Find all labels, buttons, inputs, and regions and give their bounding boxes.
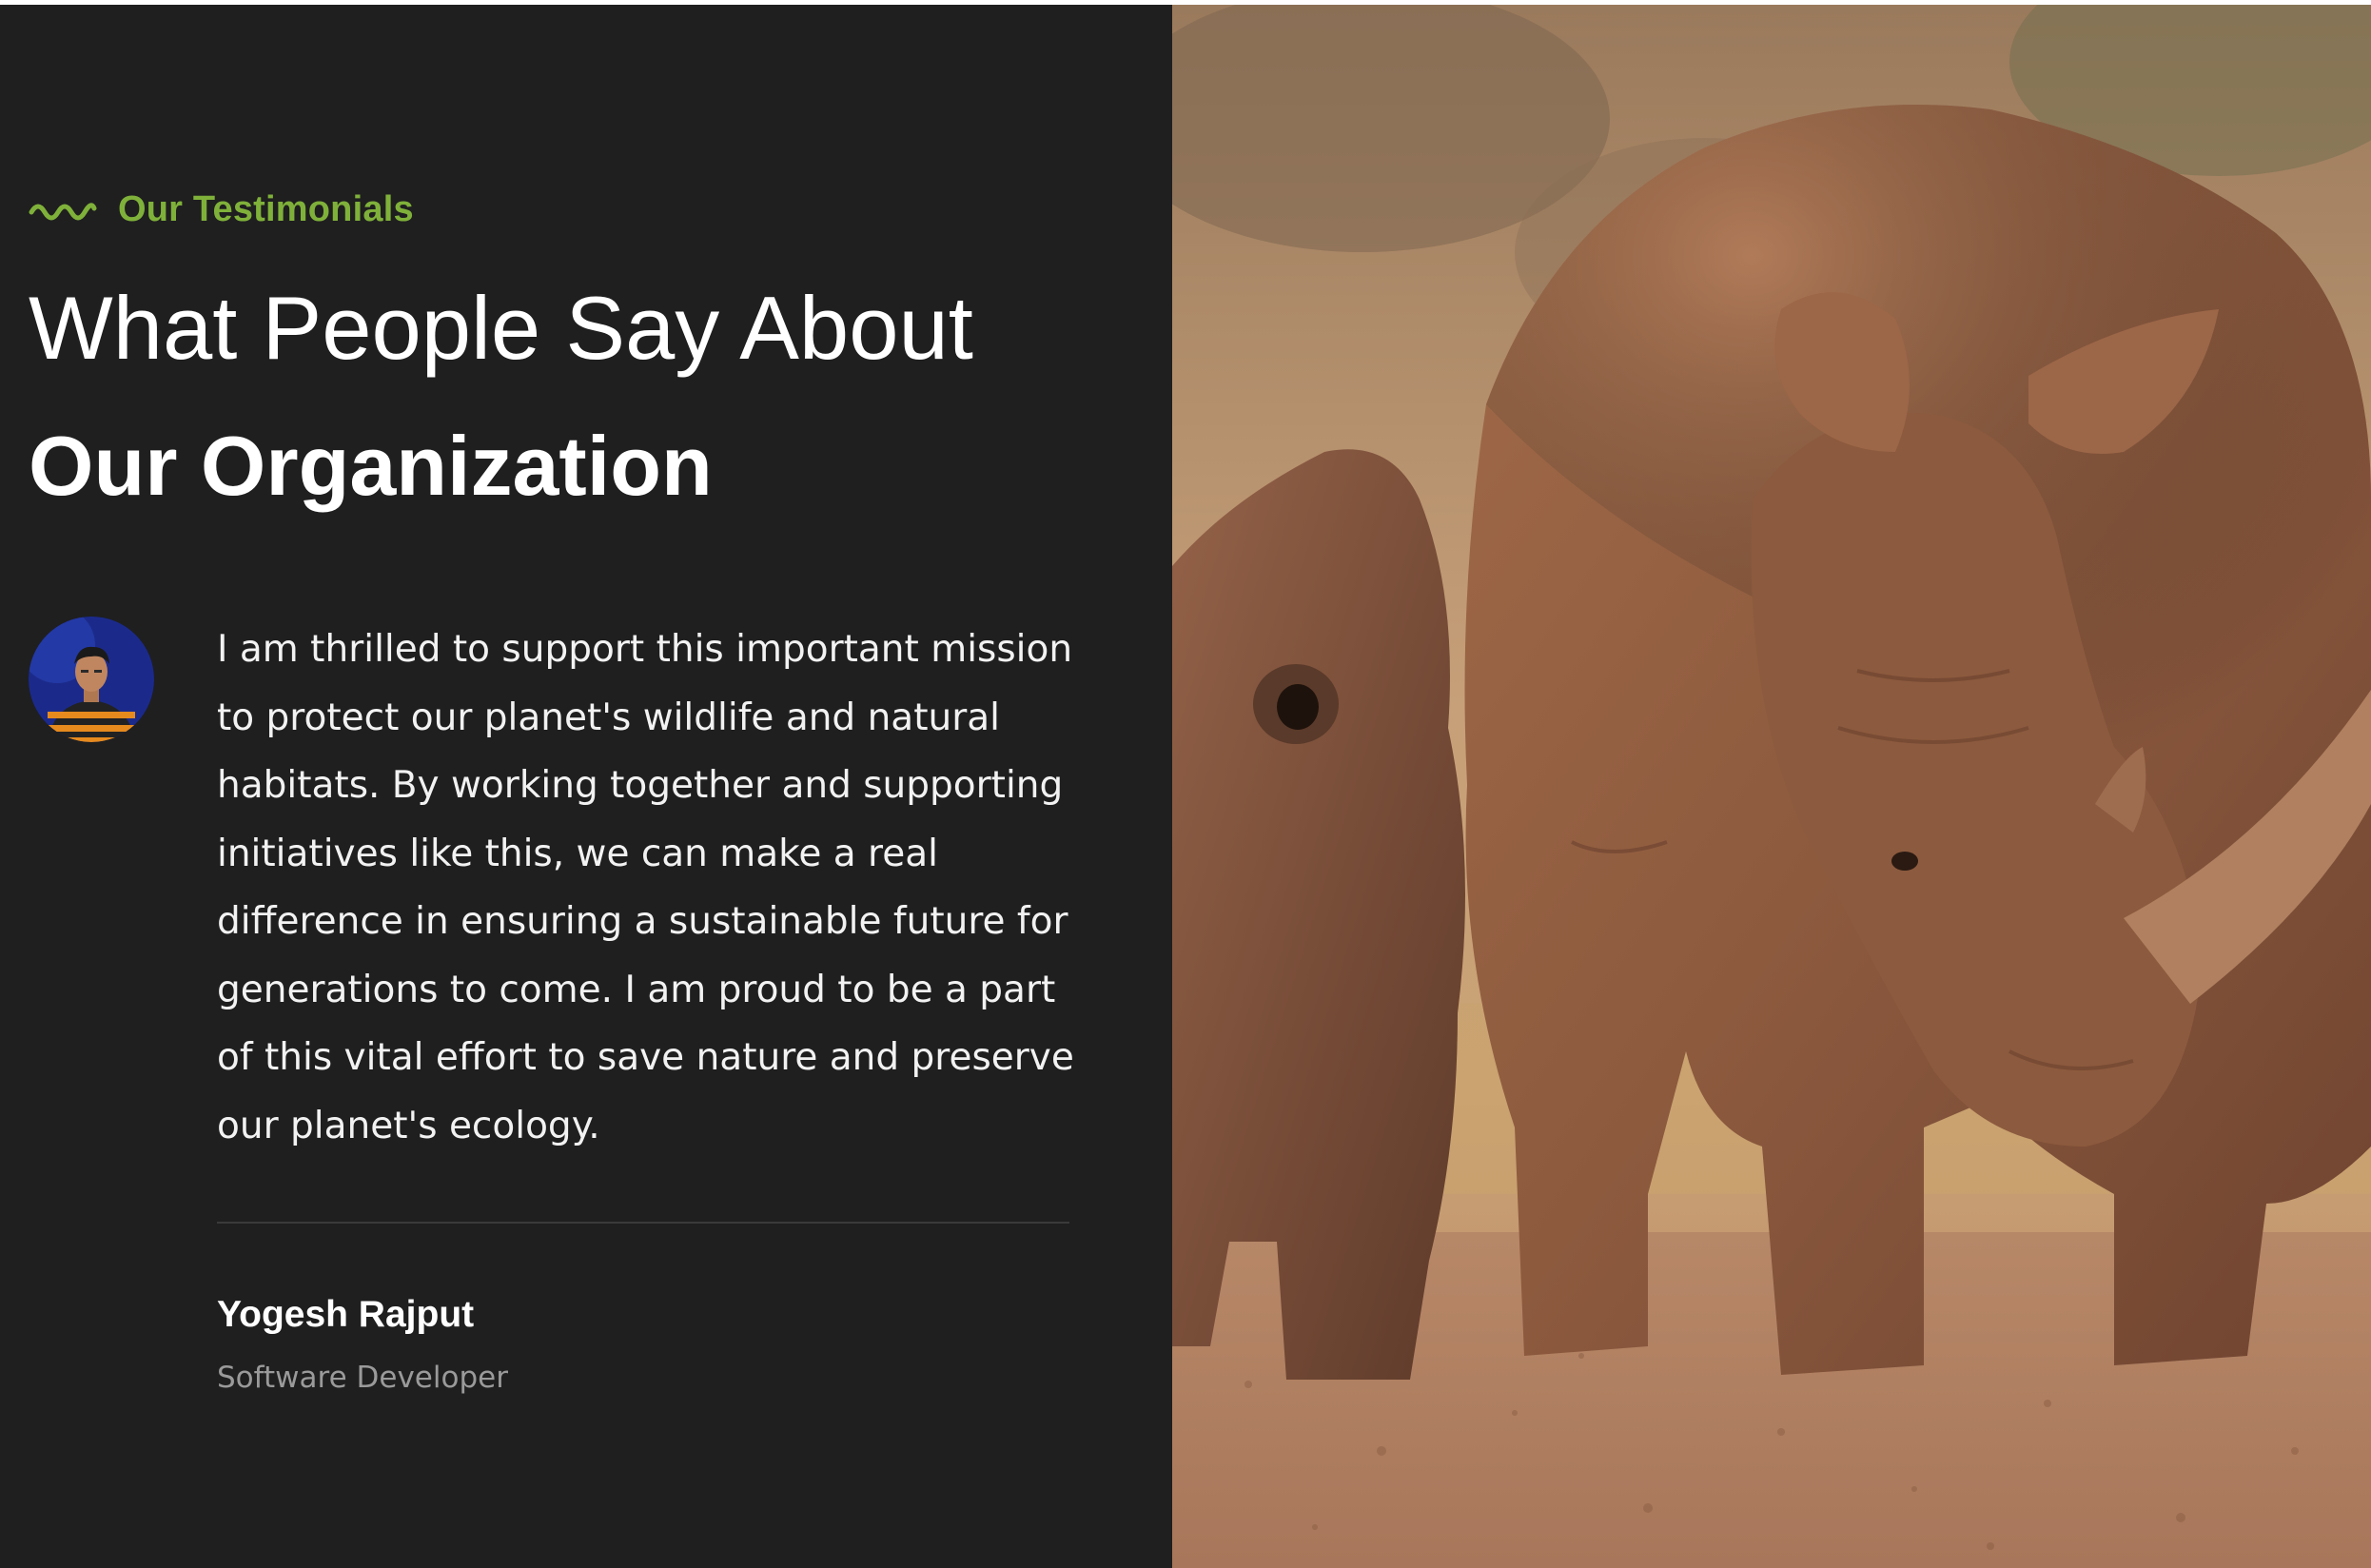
testimonial-quote: I am thrilled to support this important …: [217, 628, 1074, 1147]
avatar-photo: [29, 617, 154, 742]
author-role: Software Developer: [217, 1361, 508, 1395]
author-name: Yogesh Rajput: [217, 1294, 475, 1335]
avatar: [29, 617, 154, 742]
divider: [217, 1222, 1069, 1224]
wave-icon: [29, 195, 97, 224]
testimonials-section: Our Testimonials What People Say About O…: [0, 0, 2371, 1568]
eyebrow-label: Our Testimonials: [118, 188, 414, 229]
section-eyebrow: Our Testimonials: [29, 186, 414, 233]
heading-line-2: Our Organization: [29, 419, 713, 513]
rhinoceros-photo: [1172, 5, 2371, 1568]
heading-line-1: What People Say About: [29, 278, 973, 378]
testimonial-panel: Our Testimonials What People Say About O…: [0, 5, 1172, 1568]
